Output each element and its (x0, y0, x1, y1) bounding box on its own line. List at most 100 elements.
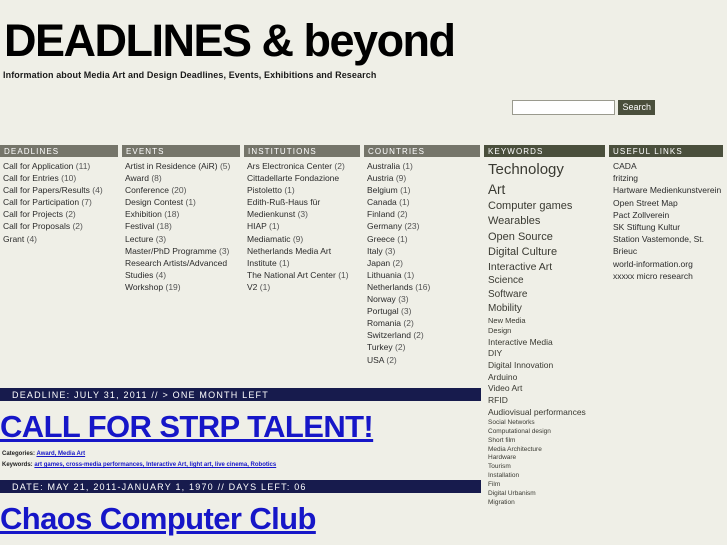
taxonomy-item-count: (1) (279, 257, 290, 268)
taxonomy-item[interactable]: Netherlands (16) (367, 281, 480, 293)
post-categories-links[interactable]: Award, Media Art (36, 451, 85, 457)
search-input[interactable] (512, 100, 616, 115)
keyword-tag[interactable]: Mobility (488, 302, 605, 316)
taxonomy-item[interactable]: Ars Electronica Center (2) (247, 160, 360, 172)
keyword-tag[interactable]: Wearables (488, 214, 605, 229)
taxonomy-item[interactable]: Australia (1) (367, 160, 480, 172)
useful-link-item[interactable]: world-information.org (613, 258, 723, 270)
taxonomy-item[interactable]: Romania (2) (367, 317, 480, 329)
keyword-tag[interactable]: Interactive Media (488, 337, 605, 349)
taxonomy-item[interactable]: The National Art Center (1) (247, 269, 360, 281)
keyword-tag[interactable]: Installation (488, 472, 605, 481)
keyword-tag[interactable]: Migration (488, 499, 605, 508)
taxonomy-item[interactable]: Call for Projects (2) (3, 208, 118, 220)
taxonomy-item[interactable]: Grant (4) (3, 233, 118, 245)
taxonomy-item[interactable]: HIAP (1) (247, 220, 360, 232)
column-header-deadlines: DEADLINES (0, 145, 118, 157)
taxonomy-item[interactable]: Greece (1) (367, 233, 480, 245)
taxonomy-item[interactable]: Workshop (19) (125, 281, 240, 293)
taxonomy-item[interactable]: Edith-Ruß-Haus für Medienkunst (3) (247, 196, 360, 220)
taxonomy-item[interactable]: Finland (2) (367, 208, 480, 220)
keyword-tag[interactable]: Audiovisual performances (488, 407, 605, 419)
taxonomy-item[interactable]: Portugal (3) (367, 305, 480, 317)
taxonomy-item[interactable]: Germany (23) (367, 220, 480, 232)
useful-link-item[interactable]: Hartware Medienkunstverein (613, 184, 723, 196)
keyword-tag[interactable]: Computer games (488, 199, 605, 214)
keyword-tag[interactable]: Technology (488, 160, 605, 181)
keyword-tag[interactable]: Open Source (488, 230, 605, 245)
taxonomy-item[interactable]: Call for Proposals (2) (3, 220, 118, 232)
keyword-tag[interactable]: Science (488, 274, 605, 288)
taxonomy-item-count: (2) (397, 209, 408, 220)
post-item: DEADLINE: JULY 31, 2011 // > ONE MONTH L… (0, 388, 481, 480)
taxonomy-item-count: (2) (334, 161, 345, 171)
keyword-tag[interactable]: Digital Urbanism (488, 490, 605, 499)
useful-link-item[interactable]: Open Street Map (613, 197, 723, 209)
taxonomy-item[interactable]: Austria (9) (367, 172, 480, 184)
useful-link-item[interactable]: fritzing (613, 172, 723, 184)
keyword-tag[interactable]: Short film (488, 437, 605, 446)
taxonomy-item[interactable]: Call for Application (11) (3, 160, 118, 172)
taxonomy-item-count: (3) (155, 233, 167, 244)
keyword-tag[interactable]: RFID (488, 395, 605, 407)
post-keywords-links[interactable]: art games, cross-media performances, Int… (34, 462, 276, 468)
keyword-tag[interactable]: Art (488, 181, 605, 200)
institutions-list: Ars Electronica Center (2) Cittadellarte … (244, 160, 360, 293)
taxonomy-item[interactable]: Design Contest (1) (125, 196, 240, 208)
taxonomy-item[interactable]: Norway (3) (367, 293, 480, 305)
post-title-link[interactable]: CALL FOR STRP TALENT! (0, 409, 481, 445)
useful-link-item[interactable]: Pact Zollverein (613, 209, 723, 221)
taxonomy-item[interactable]: Artist in Residence (AiR) (5) (125, 160, 240, 172)
taxonomy-item[interactable]: Master/PhD Programme (3) (125, 245, 240, 257)
taxonomy-item[interactable]: Cittadellarte Fondazione Pistoletto (1) (247, 172, 360, 196)
keyword-tag[interactable]: Design (488, 326, 605, 336)
useful-link-item[interactable]: CADA (613, 160, 723, 172)
taxonomy-item-count: (4) (26, 233, 38, 244)
taxonomy-item[interactable]: Call for Papers/Results (4) (3, 184, 118, 196)
taxonomy-item[interactable]: Call for Entries (10) (3, 172, 118, 184)
search-button[interactable]: Search (618, 100, 655, 115)
taxonomy-item[interactable]: Belgium (1) (367, 184, 480, 196)
taxonomy-item[interactable]: Netherlands Media Art Institute (1) (247, 245, 360, 269)
keyword-tag[interactable]: Interactive Art (488, 260, 605, 274)
keyword-tag[interactable]: Digital Culture (488, 245, 605, 260)
taxonomy-item-count: (19) (165, 281, 181, 292)
keyword-tag[interactable]: Tourism (488, 463, 605, 472)
keyword-tag[interactable]: Hardware (488, 454, 605, 463)
taxonomy-item[interactable]: Japan (2) (367, 257, 480, 269)
keyword-tag[interactable]: Digital Innovation (488, 360, 605, 372)
taxonomy-item[interactable]: V2 (1) (247, 281, 360, 293)
taxonomy-item[interactable]: Festival (18) (125, 220, 240, 232)
taxonomy-item[interactable]: Lithuania (1) (367, 269, 480, 281)
taxonomy-item[interactable]: Award (8) (125, 172, 240, 184)
taxonomy-item[interactable]: Italy (3) (367, 245, 480, 257)
taxonomy-item-count: (2) (395, 342, 406, 353)
keyword-tag[interactable]: Computational design (488, 428, 605, 437)
taxonomy-item[interactable]: Call for Participation (7) (3, 196, 118, 208)
keyword-tag[interactable]: Arduino (488, 372, 605, 384)
useful-link-item[interactable]: Station Vastemonde, St. Brieuc (613, 233, 723, 257)
taxonomy-item-count: (2) (392, 257, 403, 268)
taxonomy-item[interactable]: Lecture (3) (125, 233, 240, 245)
post-item: DATE: MAY 21, 2011-JANUARY 1, 1970 // DA… (0, 480, 481, 537)
taxonomy-item[interactable]: Canada (1) (367, 196, 480, 208)
keyword-tag[interactable]: DIY (488, 348, 605, 360)
keyword-tag[interactable]: Film (488, 481, 605, 490)
keyword-tag[interactable]: Media Architecture (488, 446, 605, 455)
taxonomy-item[interactable]: Research Artists/Advanced Studies (4) (125, 257, 240, 281)
keyword-tag[interactable]: Video Art (488, 383, 605, 395)
taxonomy-item-label: Call for Application (3, 161, 76, 171)
keyword-tag[interactable]: New Media (488, 316, 605, 326)
keyword-tag[interactable]: Software (488, 288, 605, 302)
taxonomy-item[interactable]: Conference (20) (125, 184, 240, 196)
post-title-link[interactable]: Chaos Computer Club (0, 501, 481, 537)
taxonomy-item[interactable]: Exhibition (18) (125, 208, 240, 220)
taxonomy-item[interactable]: Switzerland (2) (367, 329, 480, 341)
taxonomy-item[interactable]: Turkey (2) (367, 341, 480, 353)
taxonomy-item[interactable]: USA (2) (367, 354, 480, 366)
keyword-tag[interactable]: Social Networks (488, 419, 605, 428)
taxonomy-item-label: Lithuania (367, 269, 404, 280)
useful-link-item[interactable]: xxxxx micro research (613, 270, 723, 282)
useful-link-item[interactable]: SK Stiftung Kultur (613, 221, 723, 233)
taxonomy-item[interactable]: Mediamatic (9) (247, 233, 360, 245)
